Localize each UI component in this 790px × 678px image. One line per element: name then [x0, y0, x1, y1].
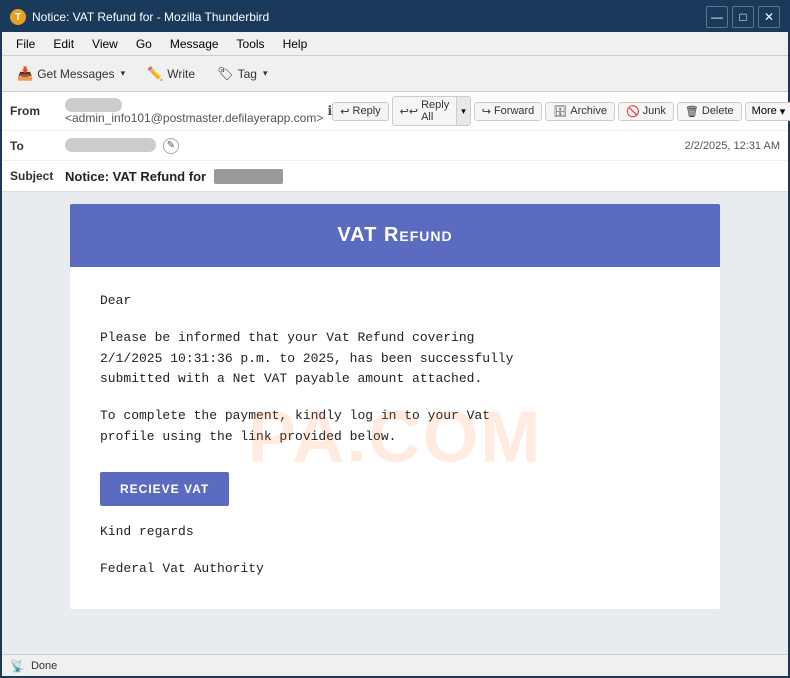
from-value: <admin_info101@postmaster.defilayerapp.c…: [65, 97, 323, 125]
minimize-button[interactable]: —: [706, 6, 728, 28]
title-bar-left: T Notice: VAT Refund for - Mozilla Thund…: [10, 9, 269, 25]
archive-button[interactable]: 🗄 Archive: [545, 102, 615, 121]
reply-all-button[interactable]: ↩↩ Reply All: [393, 97, 457, 125]
closing-text: Kind regards: [100, 524, 194, 539]
reply-all-dropdown[interactable]: ▾: [456, 97, 470, 125]
delete-button[interactable]: 🗑 Delete: [677, 102, 742, 121]
body-paragraph-1: Please be informed that your Vat Refund …: [100, 328, 690, 390]
tag-button[interactable]: 🏷 Tag ▾: [208, 62, 276, 86]
email-timestamp: 2/2/2025, 12:31 AM: [685, 140, 780, 152]
recieve-vat-button[interactable]: RECIEVE VAT: [100, 472, 229, 506]
menu-edit[interactable]: Edit: [45, 35, 82, 53]
junk-button[interactable]: 🚫 Junk: [618, 102, 674, 121]
header-actions: ↩ Reply ↩↩ Reply All ▾ ↪ Forward 🗄 Arch: [332, 96, 790, 126]
reply-button[interactable]: ↩ Reply: [332, 102, 388, 121]
menu-file[interactable]: File: [8, 35, 43, 53]
window-title: Notice: VAT Refund for - Mozilla Thunder…: [32, 10, 269, 24]
greeting-paragraph: Dear: [100, 291, 690, 312]
write-icon: ✏️: [147, 66, 163, 82]
subject-row: Subject Notice: VAT Refund for: [2, 161, 788, 191]
status-bar: 📡 Done: [2, 654, 788, 676]
archive-icon: 🗄: [553, 105, 567, 118]
menu-go[interactable]: Go: [128, 35, 160, 53]
recipient-contact-icon[interactable]: ✎: [163, 138, 179, 154]
signature: Federal Vat Authority: [100, 559, 690, 580]
toolbar: 📥 Get Messages ▾ ✏️ Write 🏷 Tag ▾: [2, 56, 788, 92]
email-card: A.COM VAT Refund PA.COM Dear Please be i…: [70, 204, 720, 609]
status-text: Done: [31, 660, 57, 672]
app-icon: T: [10, 9, 26, 25]
reply-icon: ↩: [340, 105, 349, 118]
to-row: To ✎ 2/2/2025, 12:31 AM: [2, 131, 788, 161]
more-dropdown-arrow: ▾: [780, 105, 786, 118]
subject-redacted: [214, 169, 283, 184]
forward-icon: ↪: [482, 105, 491, 118]
menu-message[interactable]: Message: [162, 35, 227, 53]
to-value: ✎: [65, 137, 685, 154]
menu-tools[interactable]: Tools: [229, 35, 273, 53]
menu-help[interactable]: Help: [275, 35, 316, 53]
tag-dropdown-arrow[interactable]: ▾: [263, 68, 268, 79]
subject-prefix: Notice: VAT Refund for: [65, 169, 206, 184]
email-body-container: A.COM VAT Refund PA.COM Dear Please be i…: [2, 192, 788, 654]
forward-button[interactable]: ↪ Forward: [474, 102, 543, 121]
greeting-text: Dear: [100, 293, 131, 308]
from-email: <admin_info101@postmaster.defilayerapp.c…: [65, 111, 323, 125]
to-label: To: [10, 139, 65, 153]
maximize-button[interactable]: □: [732, 6, 754, 28]
subject-value: Notice: VAT Refund for: [65, 169, 780, 184]
menu-view[interactable]: View: [84, 35, 126, 53]
email-card-header: VAT Refund: [70, 204, 720, 267]
reply-all-split: ↩↩ Reply All ▾: [392, 96, 471, 126]
more-button[interactable]: More ▾: [745, 102, 790, 121]
get-messages-dropdown-arrow[interactable]: ▾: [121, 68, 126, 79]
from-row: From <admin_info101@postmaster.defilayer…: [2, 92, 788, 131]
subject-label: Subject: [10, 169, 65, 183]
menu-bar: File Edit View Go Message Tools Help: [2, 32, 788, 56]
reply-all-icon: ↩↩: [400, 105, 418, 118]
junk-icon: 🚫: [626, 105, 640, 118]
get-messages-icon: 📥: [17, 66, 33, 82]
from-label: From: [10, 104, 65, 118]
delete-icon: 🗑: [685, 105, 699, 118]
from-name: [65, 98, 122, 112]
email-header-title: VAT Refund: [337, 224, 452, 246]
close-button[interactable]: ✕: [758, 6, 780, 28]
title-bar-controls: — □ ✕: [706, 6, 780, 28]
email-header: From <admin_info101@postmaster.defilayer…: [2, 92, 788, 192]
tag-icon: 🏷: [217, 66, 234, 82]
get-messages-button[interactable]: 📥 Get Messages ▾: [8, 62, 134, 86]
recipient-name: [65, 138, 156, 152]
write-button[interactable]: ✏️ Write: [138, 62, 204, 86]
title-bar: T Notice: VAT Refund for - Mozilla Thund…: [2, 2, 788, 32]
closing-paragraph: Kind regards: [100, 522, 690, 543]
antenna-icon: 📡: [10, 659, 25, 673]
main-window: T Notice: VAT Refund for - Mozilla Thund…: [0, 0, 790, 678]
email-card-body: PA.COM Dear Please be informed that your…: [70, 267, 720, 609]
body-paragraph-2: To complete the payment, kindly log in t…: [100, 406, 690, 448]
